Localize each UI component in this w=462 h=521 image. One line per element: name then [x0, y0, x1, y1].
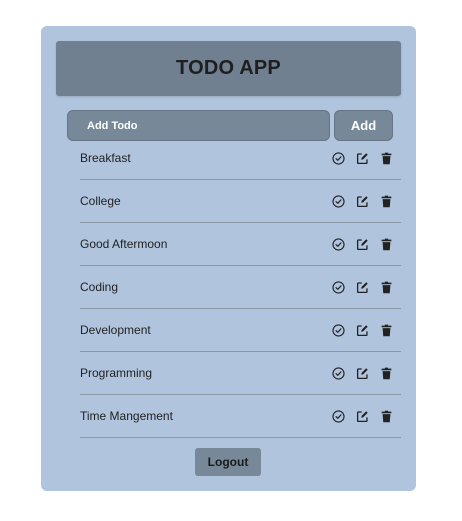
app-header: TODO APP	[56, 41, 401, 96]
app-title: TODO APP	[176, 57, 281, 79]
todo-card: TODO APP Add Breakfast College	[41, 26, 416, 491]
todo-item: Development	[80, 309, 401, 352]
check-circle-icon[interactable]	[332, 367, 345, 380]
todo-text: College	[80, 194, 121, 208]
todo-item: Coding	[80, 266, 401, 309]
logout-button[interactable]: Logout	[195, 448, 261, 476]
edit-icon[interactable]	[356, 367, 369, 380]
check-circle-icon[interactable]	[332, 152, 345, 165]
todo-actions	[332, 281, 393, 294]
todo-text: Coding	[80, 280, 119, 294]
trash-icon[interactable]	[380, 410, 393, 423]
todo-list: Breakfast College Good Aftermoon Coding …	[80, 137, 401, 438]
trash-icon[interactable]	[380, 367, 393, 380]
edit-icon[interactable]	[356, 152, 369, 165]
edit-icon[interactable]	[356, 195, 369, 208]
edit-icon[interactable]	[356, 281, 369, 294]
todo-actions	[332, 367, 393, 380]
todo-item: Breakfast	[80, 137, 401, 180]
check-circle-icon[interactable]	[332, 410, 345, 423]
check-circle-icon[interactable]	[332, 238, 345, 251]
trash-icon[interactable]	[380, 238, 393, 251]
trash-icon[interactable]	[380, 152, 393, 165]
todo-item: Good Aftermoon	[80, 223, 401, 266]
todo-actions	[332, 238, 393, 251]
check-circle-icon[interactable]	[332, 195, 345, 208]
todo-actions	[332, 152, 393, 165]
todo-text: Breakfast	[80, 151, 131, 165]
todo-actions	[332, 410, 393, 423]
todo-item: Time Mangement	[80, 395, 401, 438]
todo-text: Time Mangement	[80, 409, 173, 423]
todo-text: Development	[80, 323, 151, 337]
trash-icon[interactable]	[380, 281, 393, 294]
todo-text: Good Aftermoon	[80, 237, 168, 251]
todo-actions	[332, 195, 393, 208]
todo-item: Programming	[80, 352, 401, 395]
check-circle-icon[interactable]	[332, 324, 345, 337]
todo-text: Programming	[80, 366, 153, 380]
todo-actions	[332, 324, 393, 337]
todo-item: College	[80, 180, 401, 223]
edit-icon[interactable]	[356, 410, 369, 423]
trash-icon[interactable]	[380, 324, 393, 337]
check-circle-icon[interactable]	[332, 281, 345, 294]
edit-icon[interactable]	[356, 238, 369, 251]
edit-icon[interactable]	[356, 324, 369, 337]
trash-icon[interactable]	[380, 195, 393, 208]
